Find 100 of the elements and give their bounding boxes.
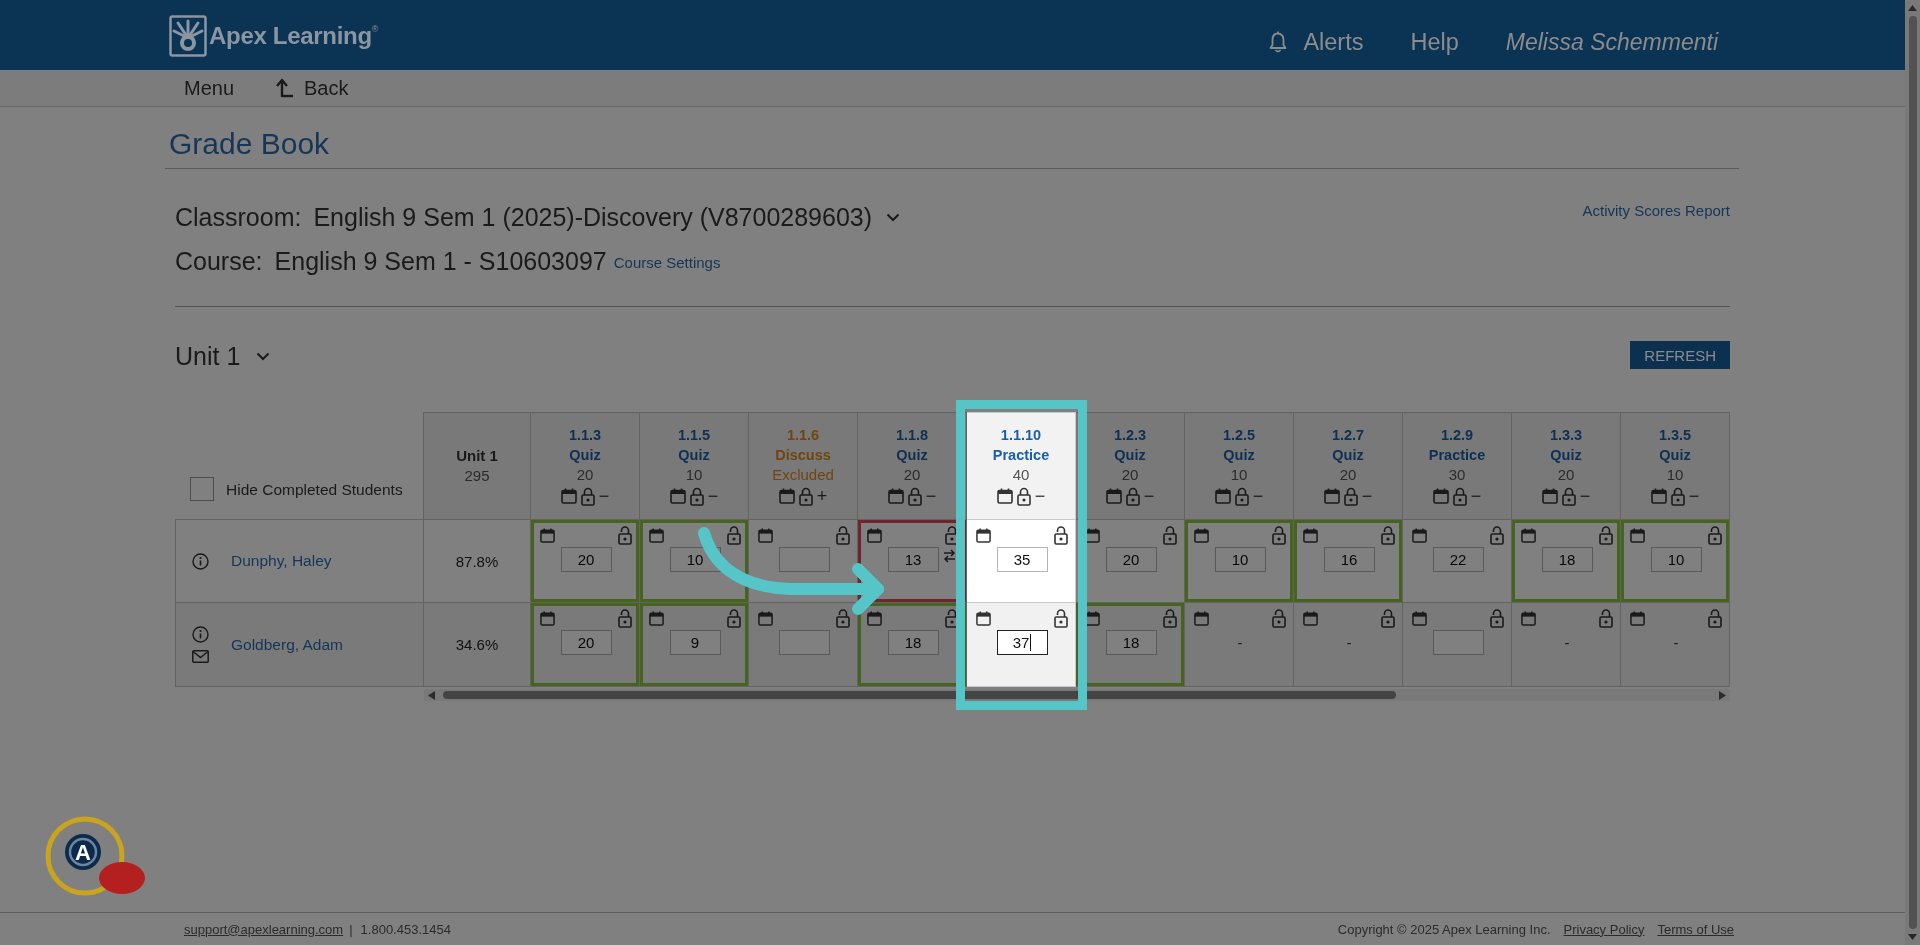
calendar-icon[interactable]: [976, 611, 991, 626]
score-input[interactable]: 10: [1650, 547, 1702, 572]
activity-number-link[interactable]: 1.3.3: [1549, 425, 1583, 445]
activity-number-link[interactable]: 1.2.3: [1113, 425, 1147, 445]
separator: |: [349, 921, 353, 937]
activity-number-link[interactable]: 1.1.10: [1000, 425, 1042, 445]
student-name-link[interactable]: Goldberg, Adam: [231, 635, 343, 654]
score-input[interactable]: 18: [1105, 630, 1157, 655]
no-score: -: [1673, 634, 1679, 651]
score-input[interactable]: 18: [1541, 547, 1593, 572]
footer-link[interactable]: Privacy Policy: [1563, 921, 1645, 937]
score-input[interactable]: [1432, 630, 1484, 655]
score-input[interactable]: 20: [1105, 547, 1157, 572]
include-toggle[interactable]: −: [1034, 486, 1046, 506]
activity-number-link[interactable]: 1.1.5: [677, 425, 711, 445]
activity-number-link[interactable]: 1.1.3: [568, 425, 602, 445]
support-email-link[interactable]: support@apexlearning.com: [184, 921, 344, 937]
refresh-button[interactable]: REFRESH: [1630, 341, 1730, 369]
activity-points: 10: [1230, 465, 1248, 485]
open-padlock-icon[interactable]: [1054, 526, 1068, 545]
score-input[interactable]: [778, 630, 830, 655]
calendar-icon[interactable]: [976, 528, 991, 543]
open-padlock-icon[interactable]: [945, 609, 959, 628]
include-toggle[interactable]: −: [1252, 486, 1264, 506]
open-padlock-icon[interactable]: [1054, 609, 1068, 628]
open-padlock-icon[interactable]: [945, 526, 959, 545]
mail-icon[interactable]: [192, 650, 209, 663]
score-input[interactable]: 20: [560, 547, 612, 572]
activity-type-link[interactable]: Practice: [1428, 445, 1486, 465]
unit-score: 87.8%: [455, 552, 499, 570]
score-input[interactable]: 37: [996, 630, 1048, 655]
include-toggle[interactable]: −: [598, 486, 610, 506]
score-input[interactable]: 13: [887, 547, 939, 572]
scrollbar-thumb[interactable]: [1908, 16, 1917, 929]
include-toggle[interactable]: −: [1361, 486, 1373, 506]
score-input[interactable]: 20: [560, 630, 612, 655]
include-toggle[interactable]: −: [707, 486, 719, 506]
back-link[interactable]: Back: [276, 76, 349, 100]
activity-type-link[interactable]: Quiz: [1659, 445, 1691, 465]
chevron-down-icon: [256, 351, 271, 361]
include-toggle[interactable]: −: [1470, 486, 1482, 506]
activity-points: 20: [1121, 465, 1139, 485]
score-input[interactable]: 10: [1214, 547, 1266, 572]
classroom-select[interactable]: English 9 Sem 1 (2025)-Discovery (V8700289603): [313, 202, 901, 232]
activity-type-link[interactable]: Quiz: [1332, 445, 1364, 465]
footer-link[interactable]: Terms of Use: [1657, 921, 1734, 937]
chevron-down-icon: [886, 212, 901, 222]
unit-score: 34.6%: [455, 636, 499, 653]
calendar-icon[interactable]: [996, 488, 1013, 504]
include-toggle[interactable]: −: [1143, 486, 1155, 506]
right-triangle-icon[interactable]: [1719, 690, 1726, 700]
sunburst-logo-icon[interactable]: [169, 15, 207, 57]
padlock-icon[interactable]: [1016, 486, 1031, 506]
activity-type-link[interactable]: Quiz: [569, 445, 601, 465]
include-toggle[interactable]: −: [1688, 486, 1700, 506]
scrollbar-thumb[interactable]: [443, 691, 1396, 699]
student-name-link[interactable]: Dunphy, Haley: [231, 552, 332, 570]
score-input[interactable]: 22: [1432, 547, 1484, 572]
horizontal-scrollbar[interactable]: [424, 689, 1730, 701]
activity-type-link[interactable]: Quiz: [678, 445, 710, 465]
unit-select[interactable]: Unit 1: [175, 341, 271, 371]
swap-arrows-icon[interactable]: [943, 548, 956, 564]
activity-number-link[interactable]: 1.3.5: [1658, 425, 1692, 445]
activity-number-link[interactable]: 1.2.5: [1222, 425, 1256, 445]
score-input[interactable]: 16: [1323, 547, 1375, 572]
alerts-link[interactable]: Alerts: [1269, 28, 1364, 56]
info-icon[interactable]: [192, 626, 209, 643]
up-triangle-icon[interactable]: [1908, 5, 1917, 11]
activity-type-link[interactable]: Practice: [992, 445, 1050, 465]
activity-scores-report-link[interactable]: Activity Scores Report: [1582, 202, 1730, 220]
activity-number-link[interactable]: 1.2.9: [1440, 425, 1474, 445]
activity-type-link[interactable]: Quiz: [1550, 445, 1582, 465]
hide-completed-checkbox[interactable]: [190, 477, 214, 501]
activity-points: Excluded: [772, 465, 834, 485]
copyright-text: Copyright © 2025 Apex Learning Inc.: [1337, 921, 1551, 937]
score-input[interactable]: 9: [669, 630, 721, 655]
include-toggle[interactable]: −: [1579, 486, 1591, 506]
page-scrollbar[interactable]: [1905, 0, 1920, 945]
activity-number-link[interactable]: 1.2.7: [1331, 425, 1365, 445]
help-link[interactable]: Help: [1410, 28, 1459, 56]
info-icon[interactable]: [192, 552, 209, 570]
activity-type-link[interactable]: Quiz: [1223, 445, 1255, 465]
left-triangle-icon[interactable]: [428, 690, 435, 700]
activity-type-link[interactable]: Quiz: [896, 445, 928, 465]
score-input[interactable]: 18: [887, 630, 939, 655]
include-toggle[interactable]: +: [816, 486, 828, 506]
activity-type-link[interactable]: Quiz: [1114, 445, 1146, 465]
include-toggle[interactable]: −: [925, 486, 937, 506]
calendar-icon[interactable]: [1085, 611, 1100, 626]
score-input[interactable]: 35: [996, 547, 1048, 572]
unit-total-points: 295: [464, 466, 490, 486]
course-settings-link[interactable]: Course Settings: [613, 254, 721, 272]
no-score: -: [1346, 634, 1352, 651]
user-name[interactable]: Melissa Schemmenti: [1505, 28, 1718, 56]
activity-number-link[interactable]: 1.1.8: [895, 425, 929, 445]
menu-link[interactable]: Menu: [184, 76, 235, 100]
score-input[interactable]: [778, 547, 830, 572]
calendar-icon[interactable]: [1085, 528, 1100, 543]
hide-completed-label: Hide Completed Students: [226, 480, 403, 500]
down-triangle-icon[interactable]: [1908, 934, 1917, 940]
